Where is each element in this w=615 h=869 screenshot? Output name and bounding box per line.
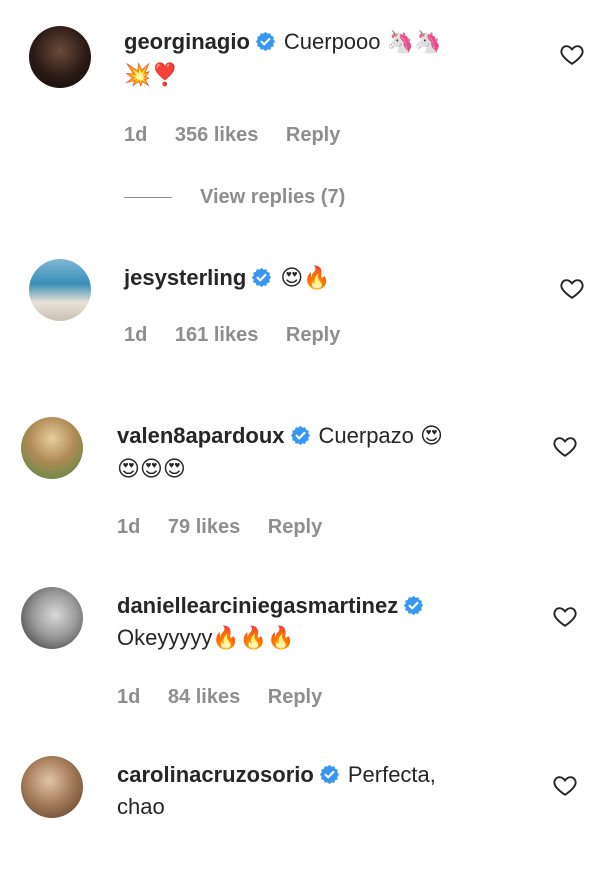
avatar[interactable] — [21, 587, 83, 649]
comment-meta: 1d 161 likes Reply — [124, 324, 362, 347]
avatar[interactable] — [29, 259, 91, 321]
heart-icon[interactable] — [559, 275, 585, 301]
username[interactable]: georginagio — [124, 29, 250, 54]
view-replies-label: View replies (7) — [200, 186, 346, 208]
timestamp: 1d — [117, 686, 141, 708]
comment-text: Cuerpazo — [318, 423, 414, 448]
timestamp: 1d — [117, 516, 141, 538]
reply-button[interactable]: Reply — [286, 124, 340, 146]
verified-badge-icon — [404, 595, 424, 616]
avatar[interactable] — [21, 756, 83, 818]
username[interactable]: valen8apardoux — [117, 423, 285, 448]
reply-button[interactable]: Reply — [268, 516, 322, 538]
comment-meta: 1d 79 likes Reply — [117, 516, 344, 539]
verified-badge-icon — [290, 425, 310, 446]
comment-emoji: 😍 — [420, 424, 443, 449]
username[interactable]: carolinacruzosorio — [117, 762, 314, 787]
likes-count[interactable]: 84 likes — [168, 686, 240, 708]
timestamp: 1d — [124, 324, 148, 346]
comment-emoji: 😍😍😍 — [117, 457, 186, 482]
divider — [124, 197, 172, 199]
comment-text: Cuerpooo — [283, 29, 381, 54]
username[interactable]: daniellearciniegasmartinez — [117, 593, 398, 618]
heart-icon[interactable] — [552, 603, 578, 629]
timestamp: 1d — [124, 124, 148, 146]
username[interactable]: jesysterling — [124, 265, 246, 290]
comment-text: Perfecta, — [347, 762, 436, 787]
comment-text: Okeyyyyy — [117, 625, 213, 650]
likes-count[interactable]: 161 likes — [175, 324, 258, 346]
verified-badge-icon — [319, 764, 339, 785]
comment-meta: 1d 84 likes Reply — [117, 686, 344, 709]
heart-icon[interactable] — [552, 772, 578, 798]
comment-emoji: 🦄🦄 — [386, 30, 442, 55]
likes-count[interactable]: 356 likes — [175, 124, 258, 146]
comment-text: chao — [117, 794, 165, 819]
comment-emoji: 🔥🔥🔥 — [212, 626, 295, 651]
heart-icon[interactable] — [552, 433, 578, 459]
verified-badge-icon — [255, 31, 276, 52]
verified-badge-icon — [252, 267, 272, 288]
likes-count[interactable]: 79 likes — [168, 516, 240, 538]
reply-button[interactable]: Reply — [286, 324, 340, 346]
heart-icon[interactable] — [559, 41, 585, 67]
comment-emoji: 😍🔥 — [280, 266, 331, 291]
avatar[interactable] — [21, 417, 83, 479]
view-replies-button[interactable]: View replies (7) — [124, 186, 345, 209]
avatar[interactable] — [29, 26, 91, 88]
comment-emoji: 💥❣️ — [124, 63, 179, 88]
comment-meta: 1d 356 likes Reply — [124, 124, 362, 147]
reply-button[interactable]: Reply — [268, 686, 322, 708]
